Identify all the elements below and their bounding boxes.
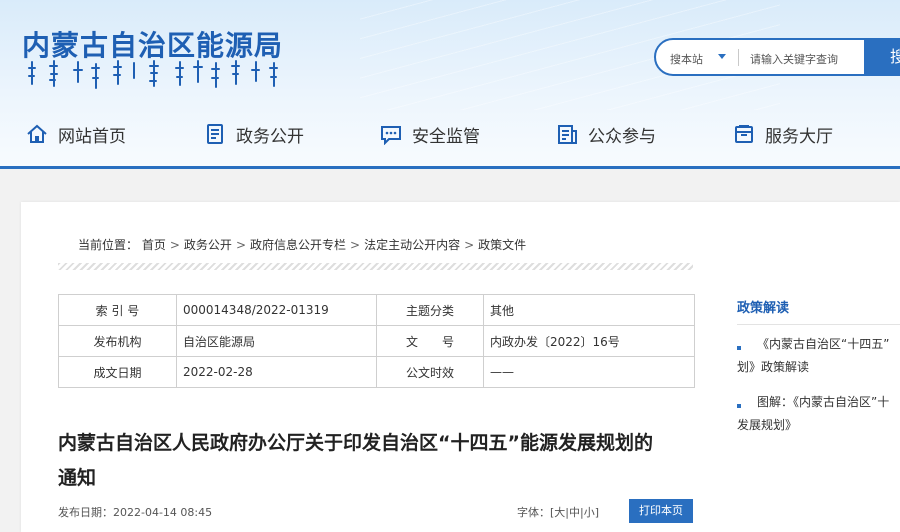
sidebar-item[interactable]: 《内蒙古自治区“十四五” 划》政策解读	[737, 333, 900, 379]
search-button[interactable]: 搜	[864, 38, 900, 76]
sidebar-item[interactable]: 图解：《内蒙古自治区”十 发展规划》	[737, 391, 900, 437]
breadcrumb-prefix: 当前位置：	[78, 238, 139, 252]
sidebar-item-line2: 划》政策解读	[737, 360, 810, 374]
nav-label: 安全监管	[412, 126, 480, 147]
chat-bubble-icon	[381, 126, 401, 145]
sidebar-title: 政策解读	[737, 301, 790, 316]
nav-label: 服务大厅	[765, 126, 833, 147]
home-icon	[27, 124, 47, 143]
briefcase-icon	[735, 125, 753, 143]
nav-item-public-participation[interactable]: 公众参与	[556, 118, 656, 150]
font-size-switcher: 字体：[大|中|小]	[517, 506, 600, 519]
meta-value: 其他	[483, 294, 695, 326]
print-button[interactable]: 打印本页	[629, 499, 693, 523]
hatched-divider	[58, 263, 693, 270]
search-divider	[738, 49, 739, 66]
meta-value: 2022-02-28	[176, 356, 377, 388]
document-metadata-table: 索 引 号 000014348/2022-01319 主题分类 其他 发布机构 …	[58, 294, 695, 388]
sidebar-item-line1: 图解：《内蒙古自治区”十	[757, 395, 890, 409]
site-header: 内蒙古自治区能源局 搜本站 搜 网站首页	[0, 0, 900, 168]
breadcrumb-separator: >	[464, 238, 475, 252]
breadcrumb-separator: >	[235, 238, 246, 252]
meta-value: 自治区能源局	[176, 325, 377, 357]
breadcrumb-link[interactable]: 政府信息公开专栏	[250, 238, 346, 252]
clipboard-icon	[558, 125, 577, 144]
meta-value: 内政办发〔2022〕16号	[483, 325, 695, 357]
breadcrumb-separator: >	[169, 238, 180, 252]
table-row: 发布机构 自治区能源局 文 号 内政办发〔2022〕16号	[58, 325, 695, 357]
breadcrumb-link[interactable]: 政策文件	[478, 238, 526, 252]
publish-date: 发布日期：2022-04-14 08:45	[58, 506, 213, 519]
font-size-small[interactable]: 小	[584, 506, 595, 519]
nav-item-government-affairs[interactable]: 政务公开	[204, 118, 304, 150]
meta-key: 发布机构	[58, 325, 177, 357]
nav-underline	[0, 166, 900, 169]
sidebar-item-line2: 发展规划》	[737, 418, 798, 432]
nav-label: 网站首页	[58, 126, 126, 147]
breadcrumb: 当前位置： 首页 > 政务公开 > 政府信息公开专栏 > 法定主动公开内容 > 政策文件	[78, 236, 526, 253]
meta-key: 主题分类	[376, 294, 484, 326]
main-nav: 网站首页 政务公开 安全监管 公众参与 服务大厅	[0, 114, 900, 154]
meta-value: 000014348/2022-01319	[176, 294, 377, 326]
content-card: 当前位置： 首页 > 政务公开 > 政府信息公开专栏 > 法定主动公开内容 > 政策文件 索 引…	[21, 202, 900, 532]
font-size-large[interactable]: 大	[554, 506, 565, 519]
table-row: 成文日期 2022-02-28 公文时效 ——	[58, 356, 695, 388]
article-title: 内蒙古自治区人民政府办公厅关于印发自治区“十四五”能源发展规划的通知	[58, 432, 653, 489]
meta-key: 公文时效	[376, 356, 484, 388]
meta-key: 文 号	[376, 325, 484, 357]
search-input[interactable]	[748, 48, 862, 70]
breadcrumb-link[interactable]: 法定主动公开内容	[364, 238, 460, 252]
breadcrumb-link[interactable]: 首页	[142, 238, 166, 252]
meta-key: 成文日期	[58, 356, 177, 388]
nav-label: 政务公开	[236, 126, 304, 147]
breadcrumb-link[interactable]: 政务公开	[184, 238, 232, 252]
search-scope-label[interactable]: 搜本站	[670, 51, 703, 67]
mongolian-script-logo	[28, 60, 278, 89]
nav-item-safety-supervision[interactable]: 安全监管	[380, 118, 480, 150]
nav-label: 公众参与	[588, 126, 656, 147]
bullet-icon	[737, 346, 741, 350]
search-box: 搜本站 搜	[654, 38, 900, 76]
font-size-label: 字体：	[517, 506, 550, 519]
nav-item-service-hall[interactable]: 服务大厅	[733, 118, 833, 150]
font-size-medium[interactable]: 中	[569, 506, 580, 519]
meta-value: ——	[483, 356, 695, 388]
meta-key: 索 引 号	[58, 294, 177, 326]
document-list-icon	[207, 124, 223, 144]
sidebar-item-line1: 《内蒙古自治区“十四五”	[757, 337, 890, 351]
bullet-icon	[737, 404, 741, 408]
breadcrumb-separator: >	[350, 238, 361, 252]
sidebar-divider	[737, 324, 900, 325]
table-row: 索 引 号 000014348/2022-01319 主题分类 其他	[58, 294, 695, 326]
chevron-down-icon[interactable]	[718, 54, 726, 59]
nav-item-home[interactable]: 网站首页	[26, 118, 126, 150]
